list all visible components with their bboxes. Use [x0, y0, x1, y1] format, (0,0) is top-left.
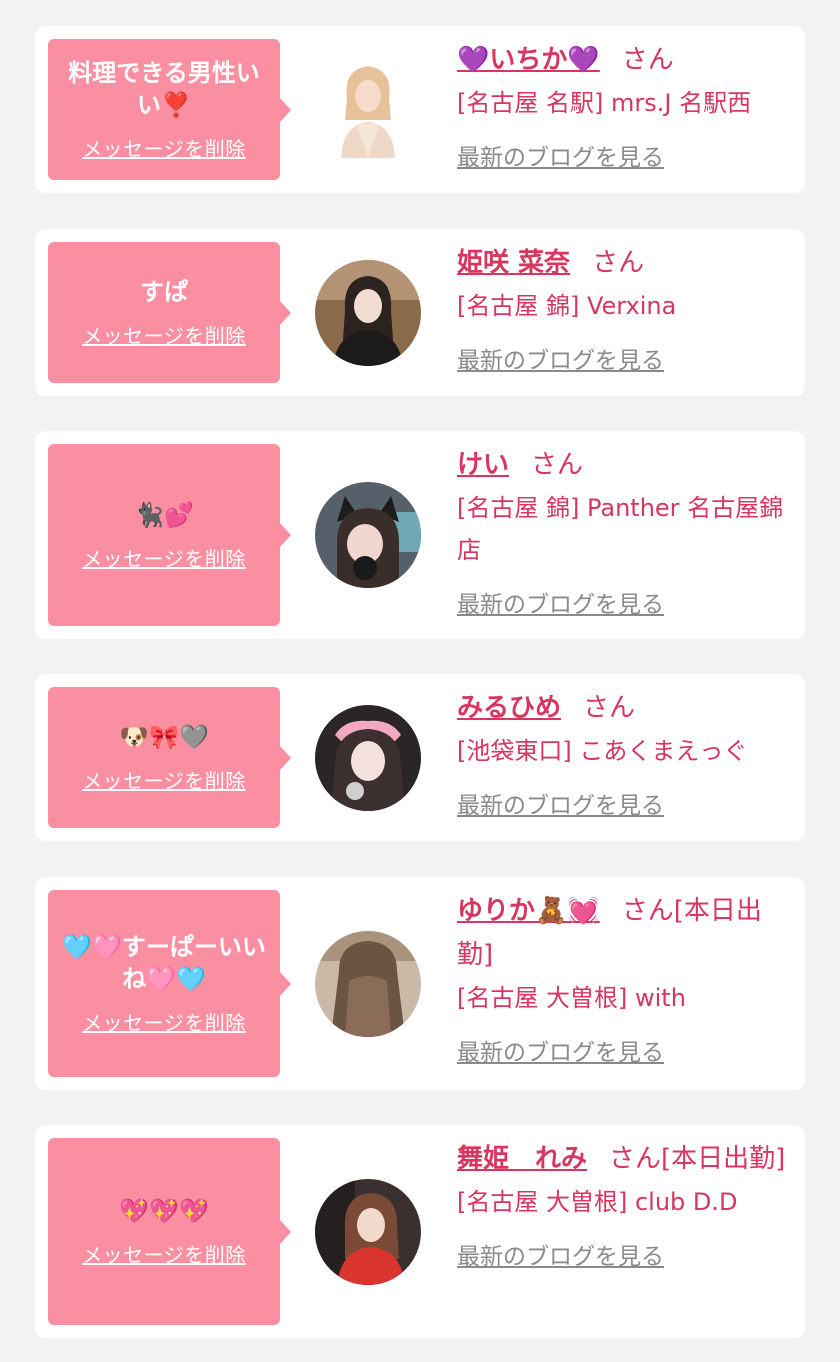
avatar[interactable]: [333, 58, 403, 158]
avatar[interactable]: [315, 931, 421, 1037]
avatar[interactable]: [315, 482, 421, 588]
delete-message-link[interactable]: メッセージを削除: [82, 133, 246, 162]
message-bubble: 💖💖💖 メッセージを削除: [48, 1138, 291, 1325]
message-bubble: すぱ メッセージを削除: [48, 242, 291, 383]
shop-info: [名古屋 名駅] mrs.J 名駅西: [457, 89, 752, 117]
girl-info: 姫咲 菜奈 さん [名古屋 錦] Verxina 最新のブログを見る: [457, 241, 797, 375]
girl-info: ゆりか🧸💓 さん[本日出勤] [名古屋 大曽根] with 最新のブログを見る: [457, 889, 797, 1067]
name-line: けい さん: [457, 443, 797, 487]
girl-info: みるひめ さん [池袋東口] こあくまえっぐ 最新のブログを見る: [457, 686, 797, 820]
girl-name-link[interactable]: ゆりか🧸💓: [457, 896, 600, 926]
message-text: 💖💖💖: [119, 1197, 209, 1225]
attendance-note: [本日出勤]: [661, 1144, 786, 1174]
avatar[interactable]: [315, 1179, 421, 1285]
name-line: ゆりか🧸💓 さん[本日出勤]: [457, 889, 797, 977]
avatar[interactable]: [315, 260, 421, 366]
message-text: すぱ: [140, 278, 188, 306]
honorific: さん: [531, 450, 584, 480]
girl-name-link[interactable]: 💜いちか💜: [457, 45, 600, 75]
latest-blog-link[interactable]: 最新のブログを見る: [457, 786, 664, 820]
name-line: 💜いちか💜 さん: [457, 38, 797, 82]
message-bubble: 料理できる男性いい❣️ メッセージを削除: [48, 39, 291, 180]
delete-message-link[interactable]: メッセージを削除: [82, 1007, 246, 1036]
girl-name-link[interactable]: けい: [457, 450, 509, 480]
favorites-list: 料理できる男性いい❣️ メッセージを削除 💜いちか💜 さん [名古屋 名駅] mr…: [0, 0, 840, 1362]
list-item: 料理できる男性いい❣️ メッセージを削除 💜いちか💜 さん [名古屋 名駅] mr…: [35, 26, 805, 193]
shop-info: [名古屋 大曽根] with: [457, 984, 686, 1012]
delete-message-link[interactable]: メッセージを削除: [82, 1239, 246, 1268]
girl-info: 舞姫 れみ さん[本日出勤] [名古屋 大曽根] club D.D 最新のブログを…: [457, 1137, 797, 1271]
message-bubble: 🐈‍⬛💕 メッセージを削除: [48, 444, 291, 626]
girl-name-link[interactable]: 舞姫 れみ: [457, 1144, 587, 1174]
message-text: 🐶🎀🩶: [119, 723, 209, 751]
honorific: さん: [621, 896, 674, 926]
list-item: 💖💖💖 メッセージを削除 舞姫 れみ さん[本日出勤] [名古屋 大曽根] clu…: [35, 1125, 805, 1338]
shop-info: [名古屋 大曽根] club D.D: [457, 1188, 738, 1216]
message-text: 料理できる男性いい❣️: [68, 59, 260, 119]
latest-blog-link[interactable]: 最新のブログを見る: [457, 138, 664, 172]
name-line: みるひめ さん: [457, 686, 797, 730]
list-item: 🩵🩷すーぱーいいね🩷🩵 メッセージを削除 ゆりか🧸💓 さん[本日出勤] [名古屋 …: [35, 877, 805, 1090]
list-item: すぱ メッセージを削除 姫咲 菜奈 さん [名古屋 錦] Verxina 最新のブ…: [35, 229, 805, 396]
latest-blog-link[interactable]: 最新のブログを見る: [457, 1237, 664, 1271]
girl-name-link[interactable]: みるひめ: [457, 693, 561, 723]
name-line: 舞姫 れみ さん[本日出勤]: [457, 1137, 797, 1181]
message-bubble: 🩵🩷すーぱーいいね🩷🩵 メッセージを削除: [48, 890, 291, 1077]
honorific: さん: [583, 693, 636, 723]
delete-message-link[interactable]: メッセージを削除: [82, 543, 246, 572]
honorific: さん: [592, 248, 645, 278]
honorific: さん: [621, 45, 674, 75]
girl-info: けい さん [名古屋 錦] Panther 名古屋錦店 最新のブログを見る: [457, 443, 797, 619]
avatar[interactable]: [315, 705, 421, 811]
girl-info: 💜いちか💜 さん [名古屋 名駅] mrs.J 名駅西 最新のブログを見る: [457, 38, 797, 172]
shop-info: [名古屋 錦] Verxina: [457, 292, 677, 320]
latest-blog-link[interactable]: 最新のブログを見る: [457, 341, 664, 375]
latest-blog-link[interactable]: 最新のブログを見る: [457, 585, 664, 619]
girl-name-link[interactable]: 姫咲 菜奈: [457, 248, 570, 278]
message-text: 🩵🩷すーぱーいいね🩷🩵: [62, 933, 266, 993]
message-bubble: 🐶🎀🩶 メッセージを削除: [48, 687, 291, 828]
honorific: さん: [609, 1144, 662, 1174]
delete-message-link[interactable]: メッセージを削除: [82, 320, 246, 349]
list-item: 🐶🎀🩶 メッセージを削除 みるひめ さん [池袋東口] こあくまえっぐ 最新のブロ…: [35, 674, 805, 841]
message-text: 🐈‍⬛💕: [134, 500, 194, 529]
delete-message-link[interactable]: メッセージを削除: [82, 765, 246, 794]
shop-info: [池袋東口] こあくまえっぐ: [457, 737, 748, 765]
shop-info: [名古屋 錦] Panther 名古屋錦店: [457, 494, 784, 564]
name-line: 姫咲 菜奈 さん: [457, 241, 797, 285]
latest-blog-link[interactable]: 最新のブログを見る: [457, 1033, 664, 1067]
list-item: 🐈‍⬛💕 メッセージを削除 けい さん [名古屋 錦] Panther 名古屋錦店…: [35, 431, 805, 639]
